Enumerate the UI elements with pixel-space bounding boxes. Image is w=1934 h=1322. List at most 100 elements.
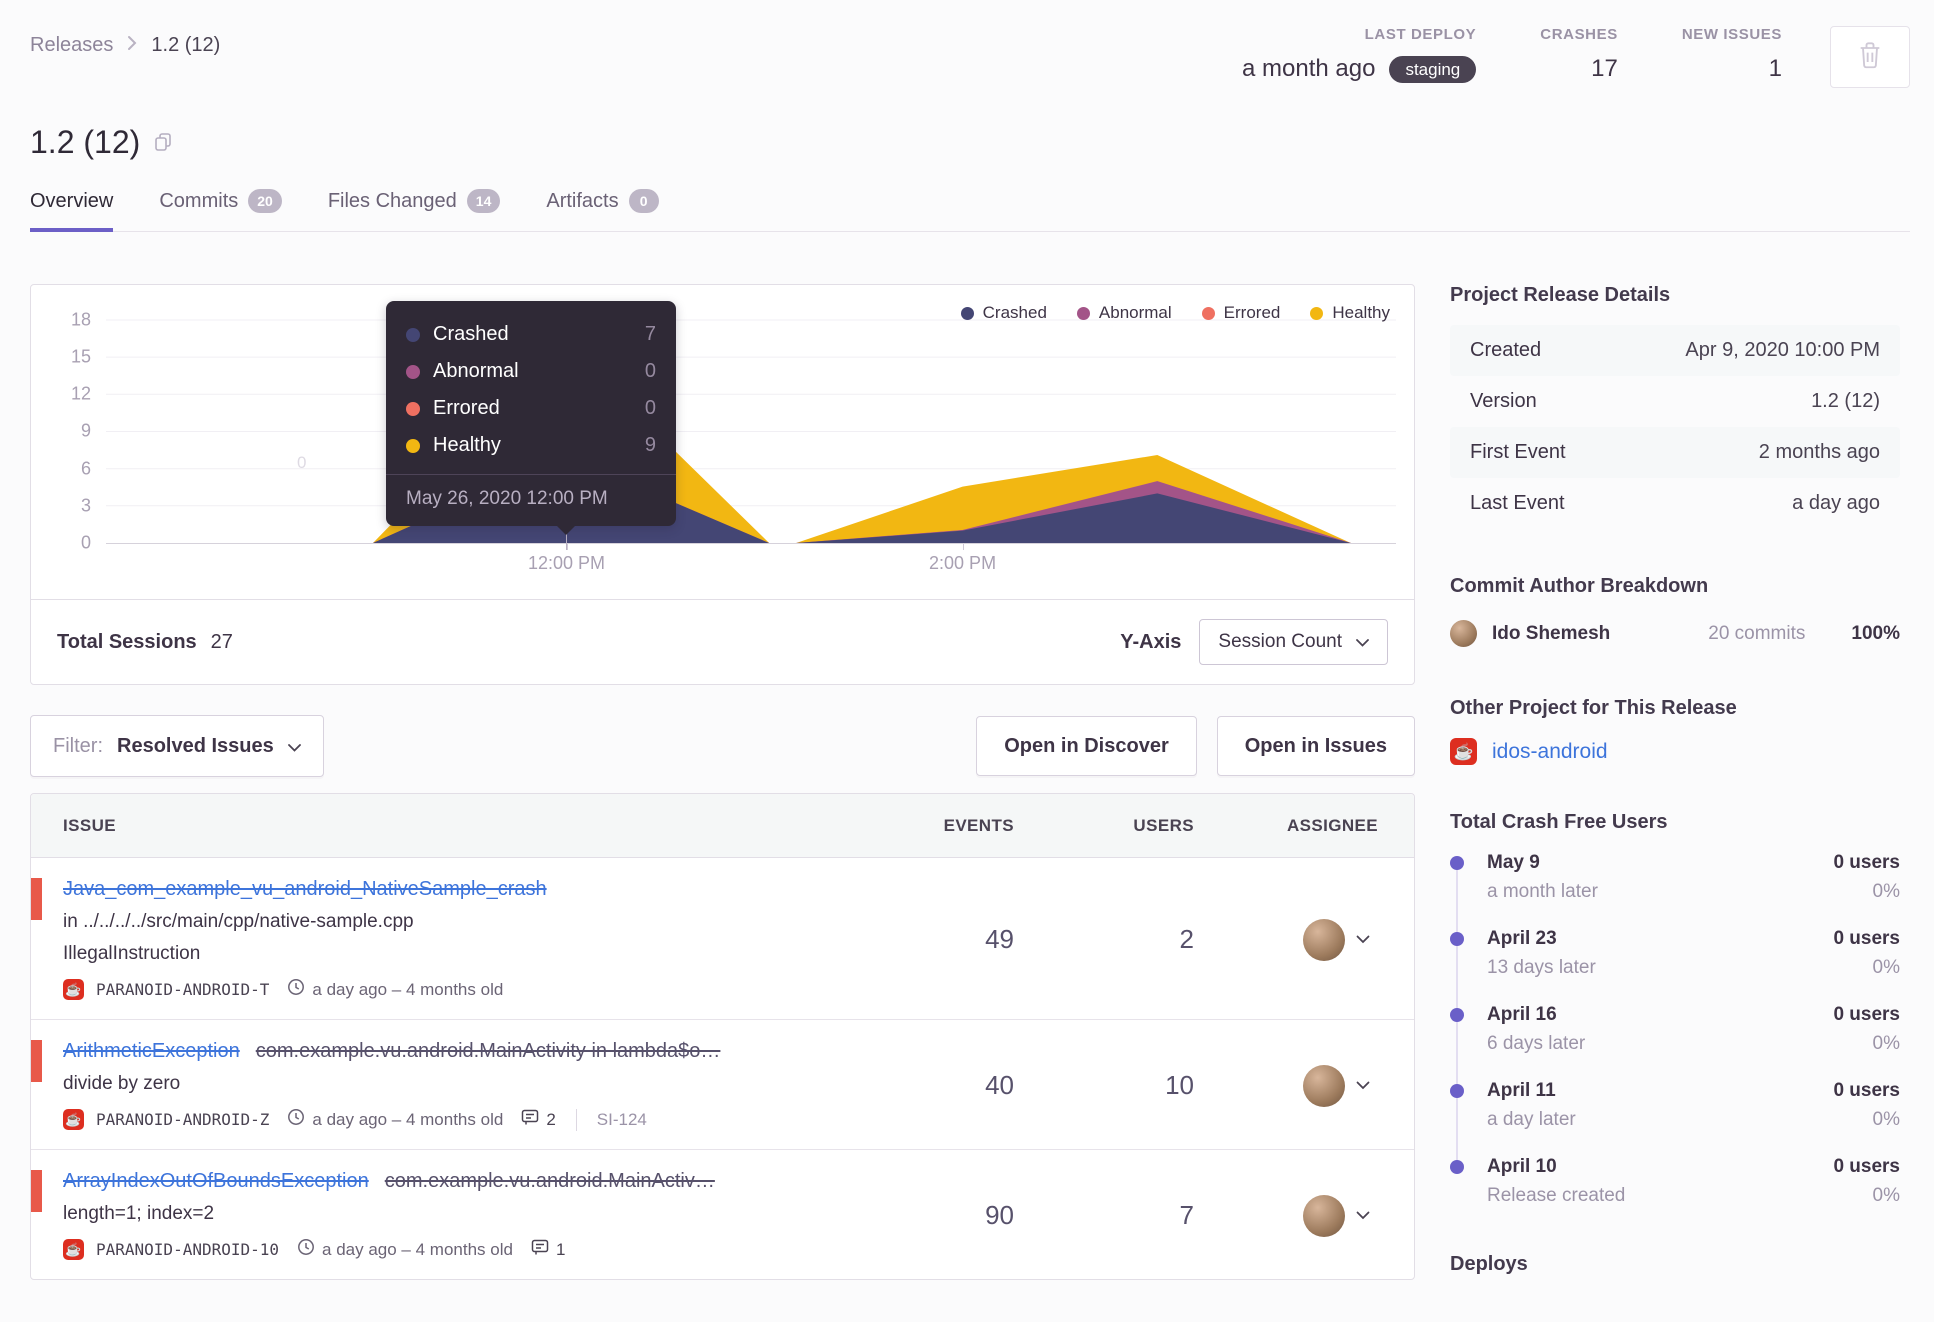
tab-label: Files Changed: [327, 189, 457, 212]
issue-summary: Java_com_example_vu_android_NativeSample…: [63, 878, 864, 1001]
tooltip-series-value: 9: [644, 434, 656, 456]
chart-tooltip-rows: Crashed 7 Abnormal 0 Errored 0 Healthy 9: [386, 301, 676, 474]
tab-count-badge: 20: [248, 189, 282, 213]
author-commit-count: 20 commits: [1708, 622, 1806, 644]
open-in-discover-button[interactable]: Open in Discover: [976, 716, 1197, 776]
timeline-dot: [1450, 1008, 1464, 1022]
issue-subtitle: length=1; index=2: [63, 1203, 215, 1224]
chart-tooltip: Crashed 7 Abnormal 0 Errored 0 Healthy 9 May 26…: [386, 301, 676, 535]
issue-age-text: a day ago – 4 months old: [312, 1109, 504, 1129]
tooltip-series-name: Healthy: [433, 434, 501, 456]
issue-summary: ArrayIndexOutOfBoundsException com.exampl…: [63, 1170, 864, 1261]
assignee-avatar[interactable]: [1303, 1194, 1345, 1237]
copy-version-button[interactable]: [154, 132, 172, 157]
timeline-percent: 0%: [1872, 957, 1900, 978]
y-axis-tick-label: 18: [70, 309, 91, 330]
issue-title-line: Java_com_example_vu_android_NativeSample…: [63, 878, 864, 901]
stat-last-deploy: LAST DEPLOY a month ago staging: [1242, 26, 1477, 83]
issue-events-count: 49: [985, 924, 1014, 954]
timeline-item-labels: April 16 6 days later: [1487, 1004, 1585, 1055]
timeline-users: 0 users: [1833, 1004, 1900, 1025]
details-row-first-event: First Event 2 months ago: [1450, 427, 1900, 478]
tab-label: Commits: [159, 189, 239, 212]
timeline-users: 0 users: [1833, 928, 1900, 949]
y-axis-select[interactable]: Session Count: [1199, 619, 1388, 665]
section-heading: Project Release Details: [1450, 284, 1671, 306]
open-in-issues-button[interactable]: Open in Issues: [1216, 716, 1415, 776]
y-axis-tick-label: 3: [80, 495, 91, 516]
issue-title-line: ArrayIndexOutOfBoundsException com.exampl…: [63, 1170, 864, 1193]
issue-assignee: [1194, 1064, 1414, 1107]
issue-assignee: [1194, 918, 1414, 961]
divider: [575, 1108, 577, 1131]
legend-item-abnormal[interactable]: Abnormal: [1076, 303, 1172, 323]
issue-short-id[interactable]: PARANOID-ANDROID-T: [96, 980, 269, 999]
crash-free-timeline-item: April 10 Release created 0 users 0%: [1450, 1156, 1900, 1207]
timeline-item-labels: May 9 a month later: [1487, 852, 1598, 903]
tooltip-series-row: Abnormal 0: [406, 353, 656, 390]
issue-title-link[interactable]: Java_com_example_vu_android_NativeSample…: [63, 878, 547, 901]
total-sessions-label: Total Sessions: [57, 630, 197, 653]
section-heading: Total Crash Free Users: [1450, 811, 1668, 833]
page-header: Releases 1.2 (12) LAST DEPLOY a month ago…: [30, 0, 1910, 88]
legend-item-crashed[interactable]: Crashed: [960, 303, 1047, 323]
clock-icon: [287, 1108, 305, 1131]
y-axis-tick-label: 0: [80, 532, 91, 553]
issue-short-id[interactable]: PARANOID-ANDROID-10: [96, 1240, 279, 1259]
chevron-down-icon[interactable]: [1356, 935, 1370, 944]
issue-severity-bar: [31, 1040, 42, 1082]
chevron-down-icon: [1356, 631, 1369, 653]
issue-title-link[interactable]: ArrayIndexOutOfBoundsException: [63, 1170, 369, 1193]
legend-item-healthy[interactable]: Healthy: [1310, 303, 1390, 323]
tab-files-changed[interactable]: Files Changed 14: [328, 189, 501, 232]
release-stats: LAST DEPLOY a month ago staging CRASHES 17 NE…: [1242, 26, 1782, 83]
timeline-date: April 11: [1487, 1080, 1556, 1101]
issue-title-link[interactable]: ArithmeticException: [63, 1040, 240, 1063]
java-project-icon: ☕: [63, 1109, 84, 1130]
y-axis-selected-value: Session Count: [1218, 631, 1342, 652]
clock-icon: [297, 1238, 315, 1261]
chevron-down-icon[interactable]: [1356, 1211, 1370, 1220]
chart-hover-value-label: 0: [297, 453, 307, 472]
chevron-down-icon[interactable]: [1356, 1081, 1370, 1090]
issue-severity-bar: [31, 878, 42, 920]
issues-controls-row: Filter: Resolved Issues Open in Discover…: [30, 715, 1415, 777]
timeline-users: 0 users: [1833, 1156, 1900, 1177]
tab-count-badge: 0: [628, 189, 659, 213]
timeline-percent: 0%: [1872, 881, 1900, 902]
tab-overview[interactable]: Overview: [30, 189, 114, 232]
timeline-subtitle: a month later: [1487, 881, 1598, 902]
issue-short-id[interactable]: PARANOID-ANDROID-Z: [96, 1110, 269, 1129]
delete-release-button[interactable]: [1830, 26, 1910, 88]
timeline-percent: 0%: [1872, 1185, 1900, 1206]
issue-assignee: [1194, 1194, 1414, 1237]
sessions-area-chart[interactable]: [106, 298, 1396, 544]
chart-tooltip-arrow: [556, 525, 576, 535]
issues-filter-dropdown[interactable]: Filter: Resolved Issues: [30, 715, 324, 777]
timeline-percent: 0%: [1872, 1109, 1900, 1130]
tab-count-badge: 14: [466, 189, 501, 213]
issue-users-count: 7: [1179, 1200, 1194, 1230]
chart-legend: Crashed Abnormal Errored Healthy: [960, 303, 1390, 323]
timeline-dot: [1450, 856, 1464, 870]
legend-label: Healthy: [1332, 303, 1390, 322]
tab-commits[interactable]: Commits 20: [159, 189, 282, 232]
assignee-avatar[interactable]: [1303, 1064, 1345, 1107]
crash-free-timeline: May 9 a month later 0 users 0% April 23 13 da…: [1450, 852, 1900, 1207]
copy-icon: [154, 132, 172, 157]
author-name: Ido Shemesh: [1492, 622, 1611, 644]
column-header-users: USERS: [1133, 815, 1194, 835]
breadcrumb-releases-link[interactable]: Releases: [30, 34, 113, 57]
section-heading: Deploys: [1450, 1253, 1528, 1275]
tab-artifacts[interactable]: Artifacts 0: [546, 189, 659, 232]
timeline-users: 0 users: [1833, 1080, 1900, 1101]
tooltip-series-value: 0: [644, 397, 656, 419]
assignee-avatar[interactable]: [1303, 918, 1345, 961]
issue-summary: ArithmeticException com.example.vu.androi…: [63, 1040, 864, 1131]
issue-title-line: ArithmeticException com.example.vu.androi…: [63, 1040, 864, 1063]
commit-author-row: Ido Shemesh 20 commits 100%: [1450, 616, 1900, 651]
issue-age: a day ago – 4 months old: [287, 1108, 503, 1131]
tooltip-series-dot: [406, 401, 420, 416]
other-project-link[interactable]: idos-android: [1492, 740, 1608, 764]
legend-item-errored[interactable]: Errored: [1201, 303, 1280, 323]
